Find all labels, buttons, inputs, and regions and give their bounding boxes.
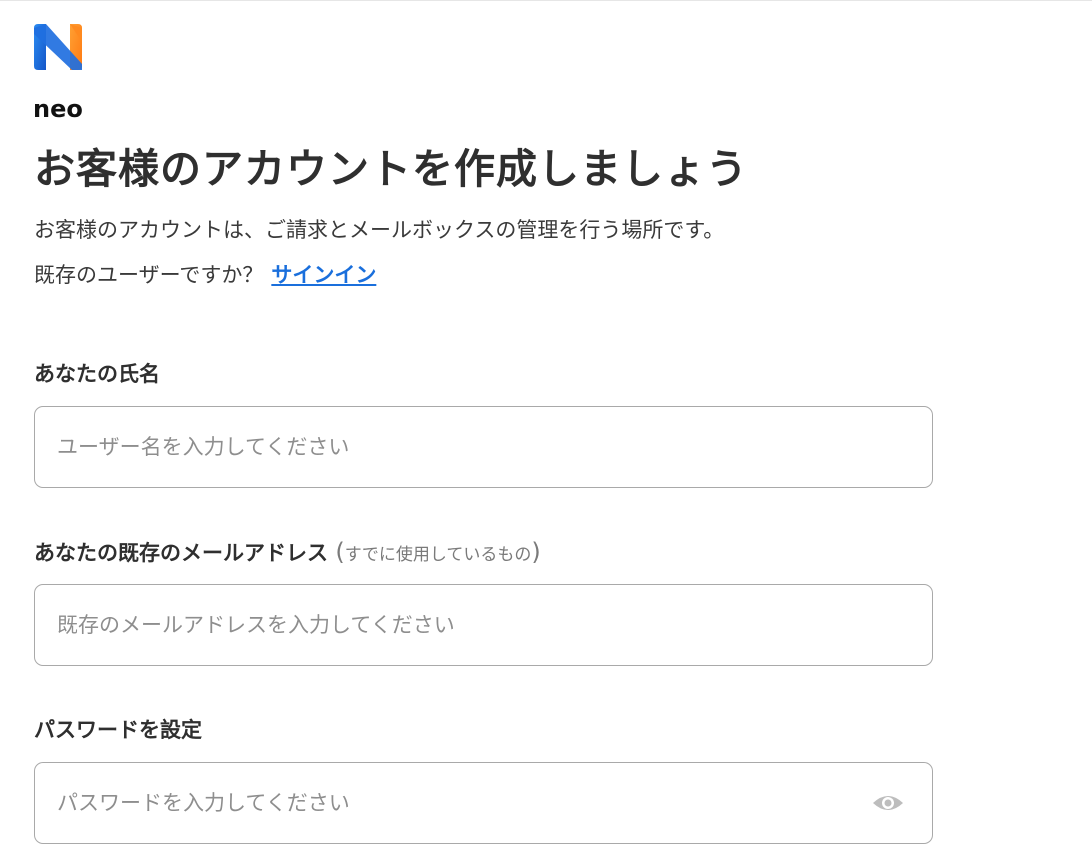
name-field-container: [34, 406, 933, 488]
email-note-close: ): [531, 538, 541, 566]
email-note-open: (: [335, 538, 345, 566]
signin-prompt: 既存のユーザーですか？ サインイン: [34, 260, 376, 290]
neo-logo-icon: [34, 24, 82, 70]
name-input[interactable]: [57, 407, 857, 487]
page-title: お客様のアカウントを作成しましょう: [34, 145, 748, 193]
top-divider: [0, 0, 1092, 1]
page-subtitle: お客様のアカウントは、ご請求とメールボックスの管理を行う場所です。: [34, 218, 725, 242]
password-input[interactable]: [57, 763, 857, 843]
email-field-container: [34, 584, 933, 666]
password-label: パスワードを設定: [34, 718, 202, 742]
email-label: あなたの既存のメールアドレス: [34, 541, 328, 565]
email-label-row: あなたの既存のメールアドレス (すでに使用しているもの): [34, 537, 541, 570]
brand-name: neo: [33, 95, 83, 123]
email-input[interactable]: [57, 585, 857, 665]
eye-icon[interactable]: [872, 791, 904, 815]
password-field-container: [34, 762, 933, 844]
name-label: あなたの氏名: [34, 362, 160, 386]
signin-link[interactable]: サインイン: [271, 263, 376, 287]
existing-user-text: 既存のユーザーですか？: [34, 263, 264, 287]
neo-logo[interactable]: neo: [33, 24, 86, 121]
email-note: すでに使用しているもの: [344, 545, 532, 565]
